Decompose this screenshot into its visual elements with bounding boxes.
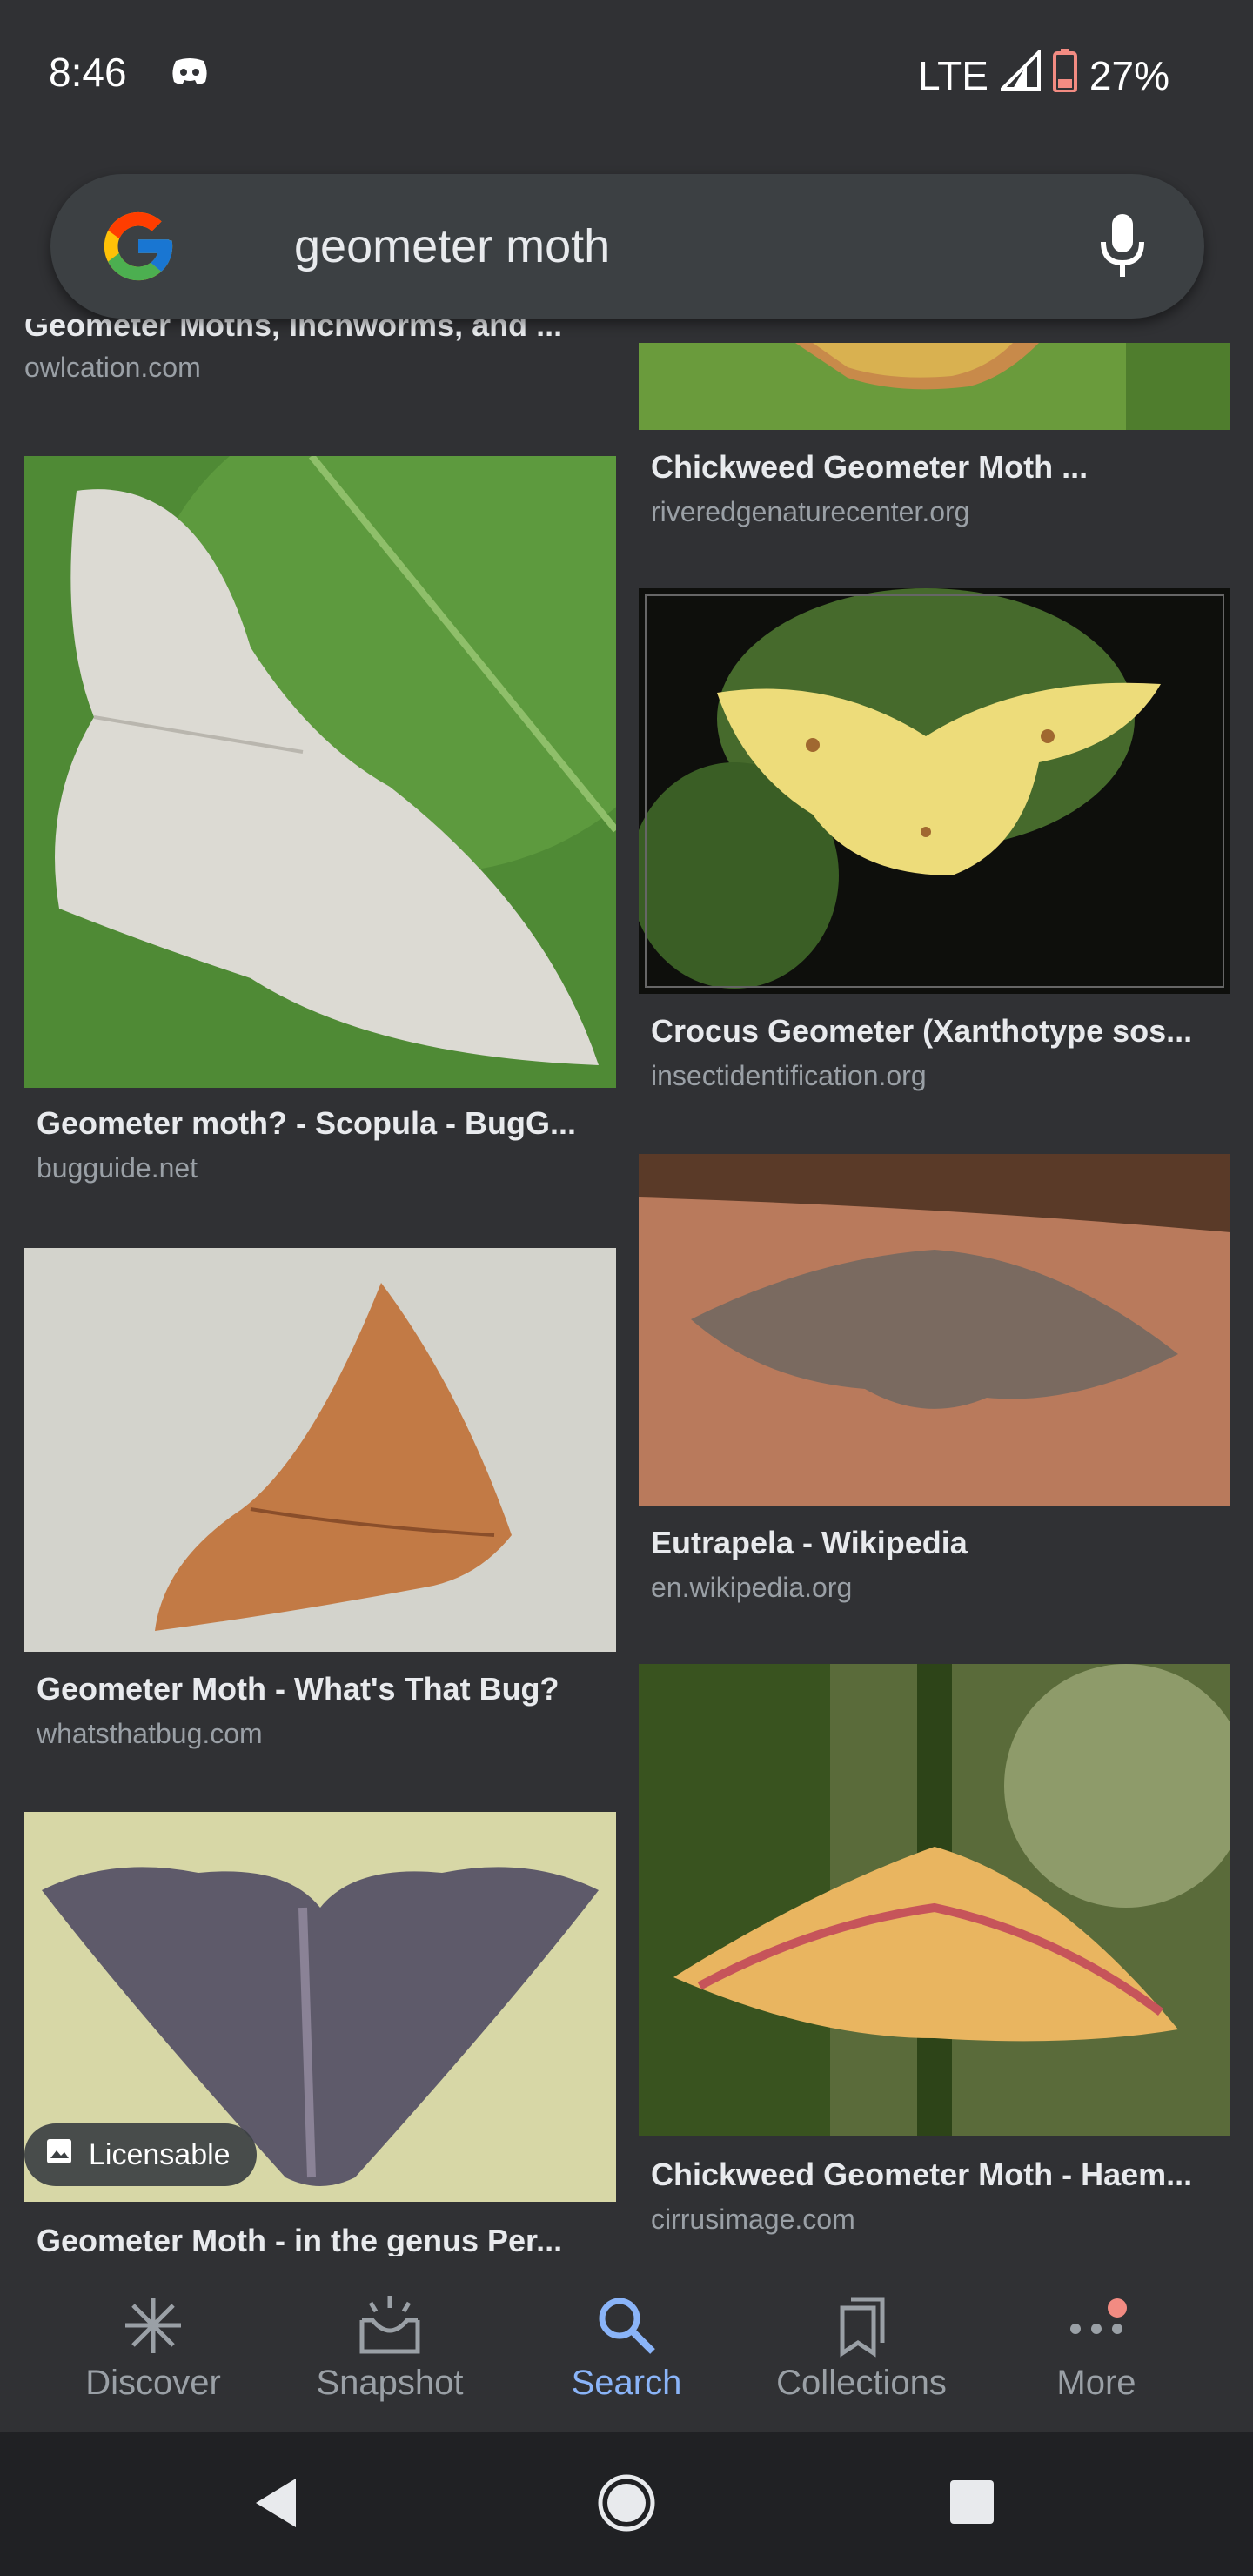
search-bar[interactable]: geometer moth <box>50 174 1204 319</box>
result-image[interactable] <box>639 588 1230 994</box>
result-title: Crocus Geometer (Xanthotype sos... <box>651 1013 1193 1049</box>
result-image[interactable] <box>639 1664 1230 2136</box>
battery-icon <box>1052 49 1077 102</box>
nav-discover[interactable]: Discover <box>49 2256 258 2432</box>
nav-collections[interactable]: Collections <box>757 2256 966 2432</box>
network-label: LTE <box>917 52 988 98</box>
result-image[interactable] <box>24 456 616 1088</box>
result-card[interactable]: Eutrapela - Wikipedia en.wikipedia.org <box>651 1525 1208 1604</box>
bottom-navigation: Discover Snapshot Search Collections Mor… <box>0 2256 1253 2432</box>
result-title: Geometer moth? - Scopula - BugG... <box>37 1105 577 1141</box>
battery-percent: 27% <box>1089 52 1169 98</box>
nav-label: Snapshot <box>316 2364 464 2402</box>
licensable-label: Licensable <box>89 2137 231 2171</box>
back-icon[interactable] <box>252 2475 299 2535</box>
result-site: owlcation.com <box>24 352 201 383</box>
system-navigation-bar <box>0 2432 1253 2576</box>
result-card[interactable]: Crocus Geometer (Xanthotype sos... insec… <box>651 1013 1208 1092</box>
collections-icon <box>827 2291 896 2360</box>
more-dots-icon <box>1062 2291 1131 2360</box>
nav-label: More <box>1056 2364 1136 2402</box>
status-indicators: LTE 27% <box>917 48 1169 102</box>
result-title: Geometer Moth - What's That Bug? <box>37 1671 559 1707</box>
result-image[interactable] <box>24 1248 616 1652</box>
result-title: Chickweed Geometer Moth ... <box>651 449 1089 485</box>
discord-icon <box>171 57 209 91</box>
result-site: en.wikipedia.org <box>651 1572 853 1603</box>
result-card[interactable]: Geometer Moth - What's That Bug? whatsth… <box>37 1671 593 1750</box>
result-site: cirrusimage.com <box>651 2204 855 2235</box>
nav-label: Search <box>571 2364 682 2402</box>
nav-more[interactable]: More <box>992 2256 1201 2432</box>
result-site: riveredgenaturecenter.org <box>651 496 970 527</box>
recents-icon[interactable] <box>948 2479 995 2530</box>
result-image[interactable] <box>639 343 1230 430</box>
result-site: insectidentification.org <box>651 1060 927 1091</box>
signal-icon <box>998 48 1041 100</box>
nav-label: Collections <box>776 2364 947 2402</box>
asterisk-icon <box>118 2291 188 2360</box>
image-icon <box>45 2137 73 2173</box>
search-icon <box>592 2291 661 2360</box>
result-card[interactable]: Chickweed Geometer Moth - Haem... cirrus… <box>651 2157 1208 2236</box>
result-title: Geometer Moth - in the genus Per... <box>37 2223 563 2256</box>
google-logo-icon <box>97 205 179 292</box>
nav-snapshot[interactable]: Snapshot <box>285 2256 494 2432</box>
nav-label: Discover <box>85 2364 221 2402</box>
result-card[interactable]: Geometer Moth - in the genus Per... <box>37 2223 593 2256</box>
nav-search[interactable]: Search <box>522 2256 731 2432</box>
status-bar: 8:46 LTE 27% <box>0 0 1253 148</box>
result-site: whatsthatbug.com <box>37 1718 263 1749</box>
status-time: 8:46 <box>49 50 127 95</box>
result-site: bugguide.net <box>37 1152 198 1184</box>
result-title: Eutrapela - Wikipedia <box>651 1525 968 1560</box>
result-title: Geometer Moths, Inchworms, and ... <box>24 319 563 343</box>
result-card[interactable]: Chickweed Geometer Moth ... riveredgenat… <box>651 449 1208 528</box>
result-title: Chickweed Geometer Moth - Haem... <box>651 2157 1193 2192</box>
result-card[interactable]: Geometer Moths, Inchworms, and ... owlca… <box>24 319 590 384</box>
home-icon[interactable] <box>597 2473 656 2537</box>
microphone-icon[interactable] <box>1098 214 1147 283</box>
snapshot-icon <box>355 2291 425 2360</box>
result-card[interactable]: Geometer moth? - Scopula - BugG... buggu… <box>37 1105 593 1184</box>
search-query[interactable]: geometer moth <box>294 219 610 273</box>
licensable-badge[interactable]: Licensable <box>24 2123 257 2186</box>
result-image[interactable] <box>639 1154 1230 1506</box>
